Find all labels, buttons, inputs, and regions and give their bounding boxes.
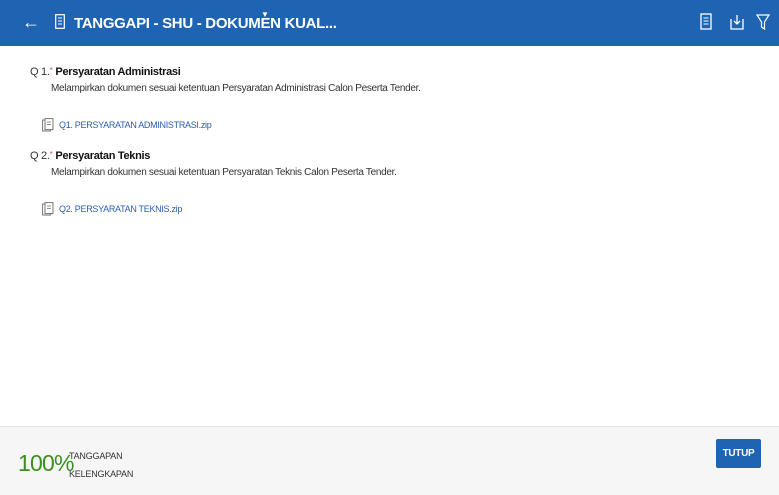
- required-mark: *: [49, 150, 53, 159]
- questions-panel: Q 1.* Persyaratan Administrasi Melampirka…: [0, 46, 779, 426]
- close-button[interactable]: TUTUP: [716, 439, 761, 468]
- completeness-label-line1: TANGGAPAN: [69, 451, 123, 461]
- completeness-percent: 100%: [18, 450, 74, 476]
- question-number: Q 2.: [30, 150, 50, 162]
- file-attachment-1[interactable]: Q1. PERSYARATAN ADMINISTRASI.zip: [42, 118, 212, 132]
- file-attachment-2[interactable]: Q2. PERSYARATAN TEKNIS.zip: [42, 202, 182, 216]
- question-number: Q 1.: [30, 66, 50, 78]
- filter-icon[interactable]: [756, 13, 770, 31]
- document-icon: [55, 14, 65, 29]
- page-title[interactable]: TANGGAPI - SHU - DOKUMEN KUAL...: [74, 15, 337, 32]
- file-icon: [42, 118, 54, 132]
- document-icon[interactable]: [699, 13, 713, 31]
- file-link[interactable]: Q2. PERSYARATAN TEKNIS.zip: [59, 204, 182, 214]
- download-icon[interactable]: [730, 13, 744, 31]
- footer-bar: 100% TANGGAPAN KELENGKAPAN TUTUP: [0, 426, 779, 495]
- file-icon: [42, 202, 54, 216]
- completeness-label-line2: KELENGKAPAN: [69, 469, 134, 479]
- file-link[interactable]: Q1. PERSYARATAN ADMINISTRASI.zip: [59, 120, 212, 130]
- arrow-left-icon[interactable]: ←: [22, 12, 40, 32]
- required-mark: *: [49, 66, 53, 75]
- question-title: Persyaratan Administrasi: [55, 66, 181, 78]
- question-description: Melampirkan dokumen sesuai ketentuan Per…: [51, 83, 421, 94]
- caret-down-icon[interactable]: ▼: [261, 10, 269, 19]
- question-1-header: Q 1.* Persyaratan Administrasi: [30, 66, 181, 78]
- question-2-header: Q 2.* Persyaratan Teknis: [30, 150, 150, 162]
- question-title: Persyaratan Teknis: [55, 150, 151, 162]
- question-description: Melampirkan dokumen sesuai ketentuan Per…: [51, 167, 397, 178]
- top-app-bar: ← TANGGAPI - SHU - DOKUMEN KUAL... ▼: [0, 0, 779, 46]
